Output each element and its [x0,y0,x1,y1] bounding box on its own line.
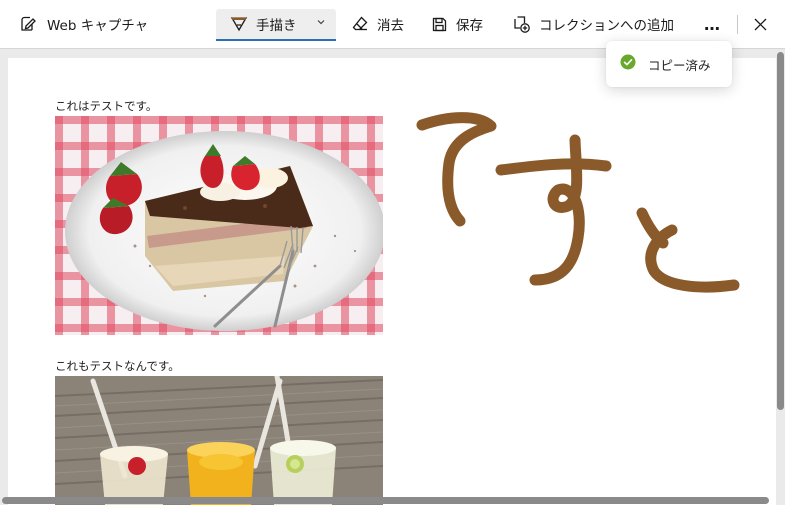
captured-page-area[interactable]: これはテストです。 これもテストなんです。 [8,58,778,505]
save-button-label: 保存 [456,18,483,34]
eraser-icon [351,15,369,33]
close-button[interactable] [753,0,768,48]
vertical-scrollbar-thumb[interactable] [777,52,784,410]
draw-button-label: 手描き [256,18,297,34]
handwriting-ink-layer[interactable] [8,58,778,505]
ink-stroke-te [416,112,497,227]
ink-stroke-su-horizontal [495,158,612,176]
pen-icon [230,15,248,33]
copied-toast: コピー済み [606,41,732,87]
chevron-down-icon[interactable] [316,17,326,27]
web-capture-title: Web キャプチャ [18,0,148,48]
add-to-collections-label: コレクションへの追加 [539,18,674,34]
toolbar-divider [737,15,738,34]
horizontal-scrollbar-thumb[interactable] [2,497,769,504]
more-options-icon: … [704,14,721,34]
ink-stroke-to [636,207,740,293]
erase-button[interactable]: 消去 [351,0,404,48]
save-icon [431,16,448,33]
toast-message: コピー済み [648,57,711,73]
web-capture-icon [18,14,38,34]
check-circle-icon [620,54,636,74]
close-icon [753,17,768,32]
web-capture-title-text: Web キャプチャ [47,18,149,34]
draw-button[interactable]: 手描き [230,0,336,48]
erase-button-label: 消去 [377,18,404,34]
collections-add-icon [512,15,531,34]
save-button[interactable]: 保存 [431,0,483,48]
